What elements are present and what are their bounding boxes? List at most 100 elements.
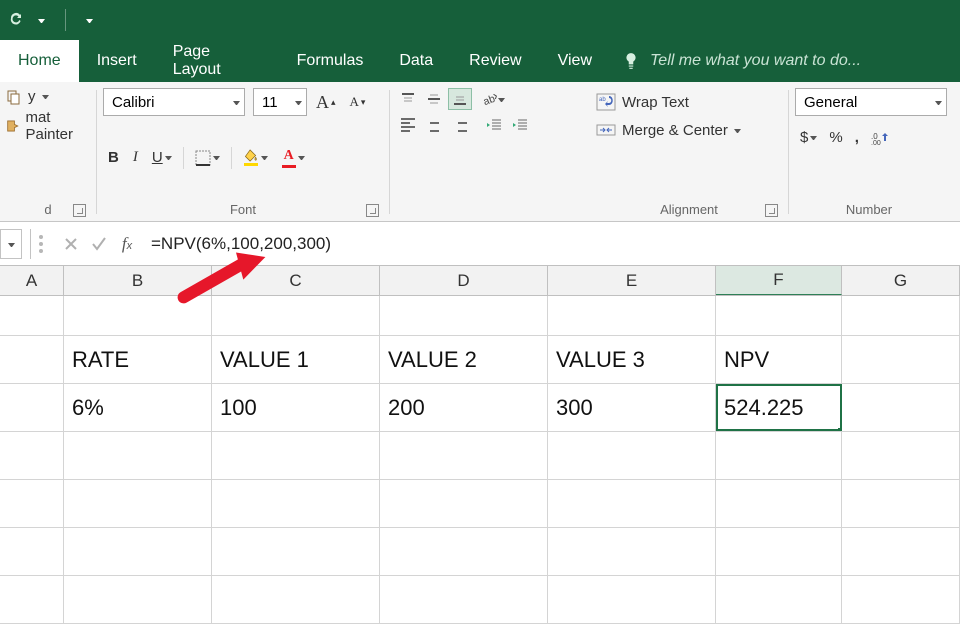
cell-C4[interactable] xyxy=(212,432,380,479)
col-head-e[interactable]: E xyxy=(548,266,716,295)
col-head-f[interactable]: F xyxy=(716,266,842,295)
tab-page-layout[interactable]: Page Layout xyxy=(155,40,279,82)
cell-F6[interactable] xyxy=(716,528,842,575)
cell-G4[interactable] xyxy=(842,432,960,479)
cell-D3[interactable]: 200 xyxy=(380,384,548,431)
cell-C5[interactable] xyxy=(212,480,380,527)
decrease-indent-button[interactable] xyxy=(482,114,506,136)
cell-A6[interactable] xyxy=(0,528,64,575)
cell-E3[interactable]: 300 xyxy=(548,384,716,431)
cell-F1[interactable] xyxy=(716,296,842,335)
tab-review[interactable]: Review xyxy=(451,40,539,82)
cell-G6[interactable] xyxy=(842,528,960,575)
font-size-select[interactable]: 11 xyxy=(253,88,307,116)
cell-A1[interactable] xyxy=(0,296,64,335)
col-head-a[interactable]: A xyxy=(0,266,64,295)
align-middle-button[interactable] xyxy=(422,88,446,110)
copy-dropdown-icon[interactable] xyxy=(42,93,49,100)
cell-D2[interactable]: VALUE 2 xyxy=(380,336,548,383)
enter-formula-icon[interactable] xyxy=(85,230,113,258)
col-head-d[interactable]: D xyxy=(380,266,548,295)
cell-A2[interactable] xyxy=(0,336,64,383)
cell-B2[interactable]: RATE xyxy=(64,336,212,383)
wrap-text-button[interactable]: ab Wrap Text xyxy=(596,88,782,116)
align-right-button[interactable] xyxy=(448,114,472,136)
cell-G2[interactable] xyxy=(842,336,960,383)
cell-A5[interactable] xyxy=(0,480,64,527)
tab-home[interactable]: Home xyxy=(0,40,79,82)
number-format-select[interactable]: General xyxy=(795,88,947,116)
cell-B3[interactable]: 6% xyxy=(64,384,212,431)
merge-center-dropdown-icon[interactable] xyxy=(734,127,741,134)
italic-button[interactable]: I xyxy=(128,146,143,169)
clipboard-launcher-icon[interactable] xyxy=(73,204,86,217)
cell-E7[interactable] xyxy=(548,576,716,623)
cell-D5[interactable] xyxy=(380,480,548,527)
alignment-launcher-icon[interactable] xyxy=(765,204,778,217)
borders-button[interactable] xyxy=(190,147,225,169)
merge-center-button[interactable]: Merge & Center xyxy=(596,116,782,144)
formula-bar-grip[interactable] xyxy=(39,229,47,259)
col-head-g[interactable]: G xyxy=(842,266,960,295)
tell-me-input[interactable] xyxy=(650,52,960,70)
cell-F4[interactable] xyxy=(716,432,842,479)
cell-F3[interactable]: 524.225 xyxy=(716,384,842,431)
accounting-format-button[interactable]: $ xyxy=(795,126,822,149)
cell-E2[interactable]: VALUE 3 xyxy=(548,336,716,383)
comma-format-button[interactable]: , xyxy=(850,126,864,149)
cell-D7[interactable] xyxy=(380,576,548,623)
cell-C6[interactable] xyxy=(212,528,380,575)
cell-C7[interactable] xyxy=(212,576,380,623)
redo-icon[interactable] xyxy=(8,10,24,31)
cell-B5[interactable] xyxy=(64,480,212,527)
cell-E6[interactable] xyxy=(548,528,716,575)
cell-E1[interactable] xyxy=(548,296,716,335)
fill-color-button[interactable] xyxy=(238,146,273,169)
cell-E4[interactable] xyxy=(548,432,716,479)
cancel-formula-icon[interactable] xyxy=(57,230,85,258)
cell-A3[interactable] xyxy=(0,384,64,431)
cell-G3[interactable] xyxy=(842,384,960,431)
redo-dropdown-icon[interactable] xyxy=(38,17,45,24)
name-box-dropdown[interactable] xyxy=(0,229,22,259)
cell-D6[interactable] xyxy=(380,528,548,575)
orientation-button[interactable]: ab xyxy=(482,88,506,110)
tab-formulas[interactable]: Formulas xyxy=(279,40,382,82)
bold-button[interactable]: B xyxy=(103,146,124,169)
percent-format-button[interactable]: % xyxy=(824,126,847,149)
cell-F7[interactable] xyxy=(716,576,842,623)
increase-indent-button[interactable] xyxy=(508,114,532,136)
insert-function-icon[interactable]: fx xyxy=(113,230,141,258)
align-left-button[interactable] xyxy=(396,114,420,136)
cell-G5[interactable] xyxy=(842,480,960,527)
copy-button[interactable]: y xyxy=(6,88,90,105)
align-center-button[interactable] xyxy=(422,114,446,136)
cell-B6[interactable] xyxy=(64,528,212,575)
cell-D1[interactable] xyxy=(380,296,548,335)
underline-button[interactable]: U xyxy=(147,146,177,169)
cell-F5[interactable] xyxy=(716,480,842,527)
cell-D4[interactable] xyxy=(380,432,548,479)
qat-customize-icon[interactable] xyxy=(86,17,93,24)
increase-decimal-button[interactable]: .0.00 xyxy=(866,128,894,148)
decrease-font-button[interactable]: A▾ xyxy=(345,91,371,113)
align-top-button[interactable] xyxy=(396,88,420,110)
cell-G1[interactable] xyxy=(842,296,960,335)
cell-B7[interactable] xyxy=(64,576,212,623)
tab-view[interactable]: View xyxy=(540,40,610,82)
cell-C3[interactable]: 100 xyxy=(212,384,380,431)
cell-B4[interactable] xyxy=(64,432,212,479)
increase-font-button[interactable]: A▴ xyxy=(311,89,341,116)
font-launcher-icon[interactable] xyxy=(366,204,379,217)
tab-insert[interactable]: Insert xyxy=(79,40,155,82)
cell-C2[interactable]: VALUE 1 xyxy=(212,336,380,383)
cell-A7[interactable] xyxy=(0,576,64,623)
cell-F2[interactable]: NPV xyxy=(716,336,842,383)
tab-data[interactable]: Data xyxy=(381,40,451,82)
tell-me-box[interactable] xyxy=(622,40,960,82)
cell-G7[interactable] xyxy=(842,576,960,623)
cell-E5[interactable] xyxy=(548,480,716,527)
align-bottom-button[interactable] xyxy=(448,88,472,110)
format-painter-button[interactable]: mat Painter xyxy=(6,109,90,143)
font-color-button[interactable]: A xyxy=(277,145,310,171)
